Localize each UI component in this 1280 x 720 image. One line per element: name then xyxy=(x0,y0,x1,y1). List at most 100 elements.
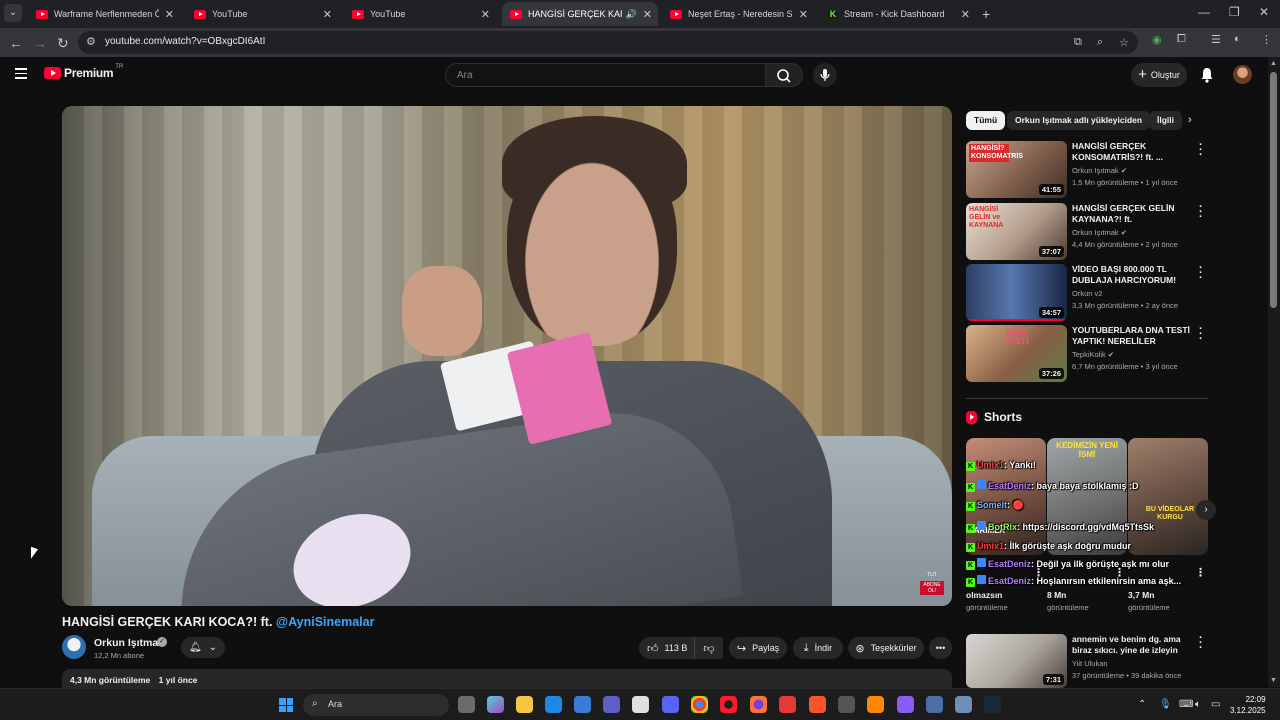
discord-icon[interactable] xyxy=(662,696,679,713)
create-button[interactable]: + Oluştur xyxy=(1131,63,1187,87)
tab-search-button[interactable]: ⌄ xyxy=(4,4,22,22)
video-thumbnail[interactable]: 7:31 xyxy=(966,634,1067,688)
browser-tab[interactable]: Neşet Ertaş - Neredesin Sen (Je ✕ xyxy=(662,2,814,26)
recommendation-title[interactable]: annemin ve benim dg. ama biraz sıkıcı. y… xyxy=(1072,634,1196,656)
video-player[interactable]: TUT ABONE OL! xyxy=(62,106,952,606)
more-vertical-icon[interactable]: ⋮ xyxy=(1195,566,1206,579)
chrome-icon[interactable] xyxy=(691,696,708,713)
short-thumbnail[interactable]: KARIMLA xyxy=(966,438,1046,555)
scroll-up-arrow-icon[interactable]: ▲ xyxy=(1270,60,1277,67)
youtube-premium-logo[interactable]: Premium TR xyxy=(44,64,123,80)
close-tab-icon[interactable]: ✕ xyxy=(165,8,174,21)
forward-arrow-icon[interactable]: → xyxy=(33,35,47,51)
browser-tab-active[interactable]: HANGİSİ GERÇEK KARI KOC 🔊 ✕ xyxy=(502,2,658,26)
extension-icon[interactable]: ◉ xyxy=(1152,33,1162,46)
channel-name[interactable]: Orkun Işıtmak xyxy=(94,637,164,649)
browser-tab[interactable]: Warframe Nerflenmeden Ö... ✕ xyxy=(28,2,180,26)
more-vertical-icon[interactable]: · · · xyxy=(1199,202,1203,223)
recommendation-item[interactable]: HANGİSİ GELİN ve KAYNANA 37:07 HANGİSİ G… xyxy=(966,202,1208,261)
search-button[interactable] xyxy=(766,63,803,87)
description-box[interactable]: 4,3 Mn görüntüleme 1 yıl önce xyxy=(62,669,952,689)
taskbar-clock[interactable]: 22:09 3.12.2025 xyxy=(1230,694,1266,716)
url-text[interactable]: youtube.com/watch?v=OBxgcDI6AtI xyxy=(105,36,265,47)
settings-app-icon[interactable] xyxy=(955,696,972,713)
messenger-icon[interactable] xyxy=(897,696,914,713)
address-bar[interactable]: ⚙ youtube.com/watch?v=OBxgcDI6AtI ⧉ ⌕ ☆ xyxy=(78,31,1138,54)
recommendation-channel[interactable]: Orkun Işıtmak xyxy=(1072,166,1119,175)
network-icon[interactable]: ⌨ xyxy=(1179,699,1193,710)
thanks-button[interactable]: ⊛ Teşekkürler xyxy=(848,637,924,659)
volume-icon[interactable]: 🔈︎ xyxy=(1195,699,1201,710)
scrollbar-thumb[interactable] xyxy=(1270,72,1277,308)
firefox-icon[interactable] xyxy=(750,696,767,713)
restore-window-button[interactable]: ❐ xyxy=(1229,5,1240,19)
install-app-icon[interactable]: ⧉ xyxy=(1074,36,1082,49)
chevron-right-icon[interactable]: › xyxy=(1188,114,1192,126)
close-tab-icon[interactable]: ✕ xyxy=(481,8,490,21)
task-view-icon[interactable] xyxy=(458,696,475,713)
vivaldi-icon[interactable] xyxy=(779,696,796,713)
chip-all[interactable]: Tümü xyxy=(966,111,1006,130)
short-title[interactable]: olmazsın xyxy=(966,590,1002,600)
video-thumbnail[interactable]: HANGİSİ? KONSOMATRİS 41:55 xyxy=(966,141,1067,198)
video-title-mention-link[interactable]: @AyniSinemalar xyxy=(276,615,375,629)
recommendation-item[interactable]: 34:57 VİDEO BAŞI 800.000 TL DUBLAJA HARC… xyxy=(966,263,1208,322)
mail-icon[interactable] xyxy=(545,696,562,713)
more-actions-button[interactable]: ••• xyxy=(929,637,952,659)
channel-avatar[interactable] xyxy=(62,635,86,659)
shorts-next-button[interactable]: › xyxy=(1196,500,1216,520)
bookmark-star-icon[interactable]: ☆ xyxy=(1119,36,1129,49)
chip-from-uploader[interactable]: Orkun Işıtmak adlı yükleyiciden xyxy=(1007,111,1151,130)
media-control-icon[interactable]: ☰ xyxy=(1211,33,1221,46)
notifications-button[interactable] xyxy=(1199,66,1215,89)
close-window-button[interactable]: ✕ xyxy=(1259,5,1269,19)
tray-overflow-icon[interactable]: ⌃ xyxy=(1138,699,1146,710)
back-arrow-icon[interactable]: ← xyxy=(9,35,23,51)
taskbar-search[interactable]: ⌕ Ara xyxy=(303,694,449,716)
recommendation-item[interactable]: HANGİSİ? KONSOMATRİS 41:55 HANGİSİ GERÇE… xyxy=(966,140,1208,199)
subscription-bell-button[interactable]: 🔔︎ ⌄ xyxy=(181,637,225,658)
obs-icon[interactable] xyxy=(838,696,855,713)
recommendation-title[interactable]: HANGİSİ GERÇEK GELİN KAYNANA?! ft. @Ayni… xyxy=(1072,203,1196,225)
copilot-icon[interactable] xyxy=(487,696,504,713)
search-box[interactable] xyxy=(445,63,766,87)
brave-icon[interactable] xyxy=(809,696,826,713)
recommendation-title[interactable]: VİDEO BAŞI 800.000 TL DUBLAJA HARCIYORUM… xyxy=(1072,264,1196,286)
user-avatar[interactable] xyxy=(1233,65,1252,84)
close-tab-icon[interactable]: ✕ xyxy=(323,8,332,21)
recommendation-item[interactable]: 7:31 annemin ve benim dg. ama biraz sıkı… xyxy=(966,634,1208,688)
browser-tab[interactable]: YouTube ✕ xyxy=(344,2,496,26)
close-tab-icon[interactable]: ✕ xyxy=(799,8,808,21)
recommendation-channel[interactable]: Yiit Ulukan xyxy=(1072,659,1108,668)
video-thumbnail[interactable]: HANGİSİ GELİN ve KAYNANA 37:07 xyxy=(966,203,1067,260)
browser-tab[interactable]: YouTube ✕ xyxy=(186,2,338,26)
chip-related[interactable]: İlgili xyxy=(1149,111,1182,130)
steam-icon[interactable] xyxy=(984,696,1001,713)
share-button[interactable]: ↪ Paylaş xyxy=(729,637,787,659)
download-button[interactable]: ⤓ İndir xyxy=(793,637,843,659)
close-tab-icon[interactable]: ✕ xyxy=(961,8,970,21)
more-vertical-icon[interactable]: · · · xyxy=(1199,634,1203,654)
recommendation-title[interactable]: HANGİSİ GERÇEK KONSOMATRİS?! ft. ... xyxy=(1072,141,1196,163)
hamburger-menu-icon[interactable] xyxy=(15,68,27,79)
dislike-button[interactable]: 👎︎ xyxy=(694,637,723,659)
voice-search-button[interactable] xyxy=(813,63,837,87)
browser-menu-icon[interactable]: ⋮ xyxy=(1261,33,1272,46)
battery-icon[interactable]: ▭ xyxy=(1211,699,1220,710)
microphone-tray-icon[interactable]: 🎙︎ xyxy=(1159,699,1172,710)
opera-icon[interactable] xyxy=(720,696,737,713)
speaker-icon[interactable]: 🔊 xyxy=(626,9,637,20)
profile-icon[interactable]: ◐ xyxy=(1234,33,1241,45)
minimize-window-button[interactable]: — xyxy=(1198,5,1210,19)
browser-tab[interactable]: K Stream - Kick Dashboard ✕ xyxy=(820,2,976,26)
page-scrollbar[interactable]: ▲ ▼ xyxy=(1268,57,1280,687)
recommendation-channel[interactable]: TepkiKolik xyxy=(1072,350,1106,359)
store-icon[interactable] xyxy=(574,696,591,713)
video-thumbnail[interactable]: 34:57 xyxy=(966,264,1067,321)
teams-icon[interactable] xyxy=(603,696,620,713)
reload-icon[interactable]: ↻ xyxy=(57,35,69,52)
video-thumbnail[interactable]: DNA TESTİ 37:26 xyxy=(966,325,1067,382)
windows-start-icon[interactable] xyxy=(279,698,293,712)
extensions-puzzle-icon[interactable]: ⧠ xyxy=(1177,33,1186,46)
vlc-icon[interactable] xyxy=(867,696,884,713)
